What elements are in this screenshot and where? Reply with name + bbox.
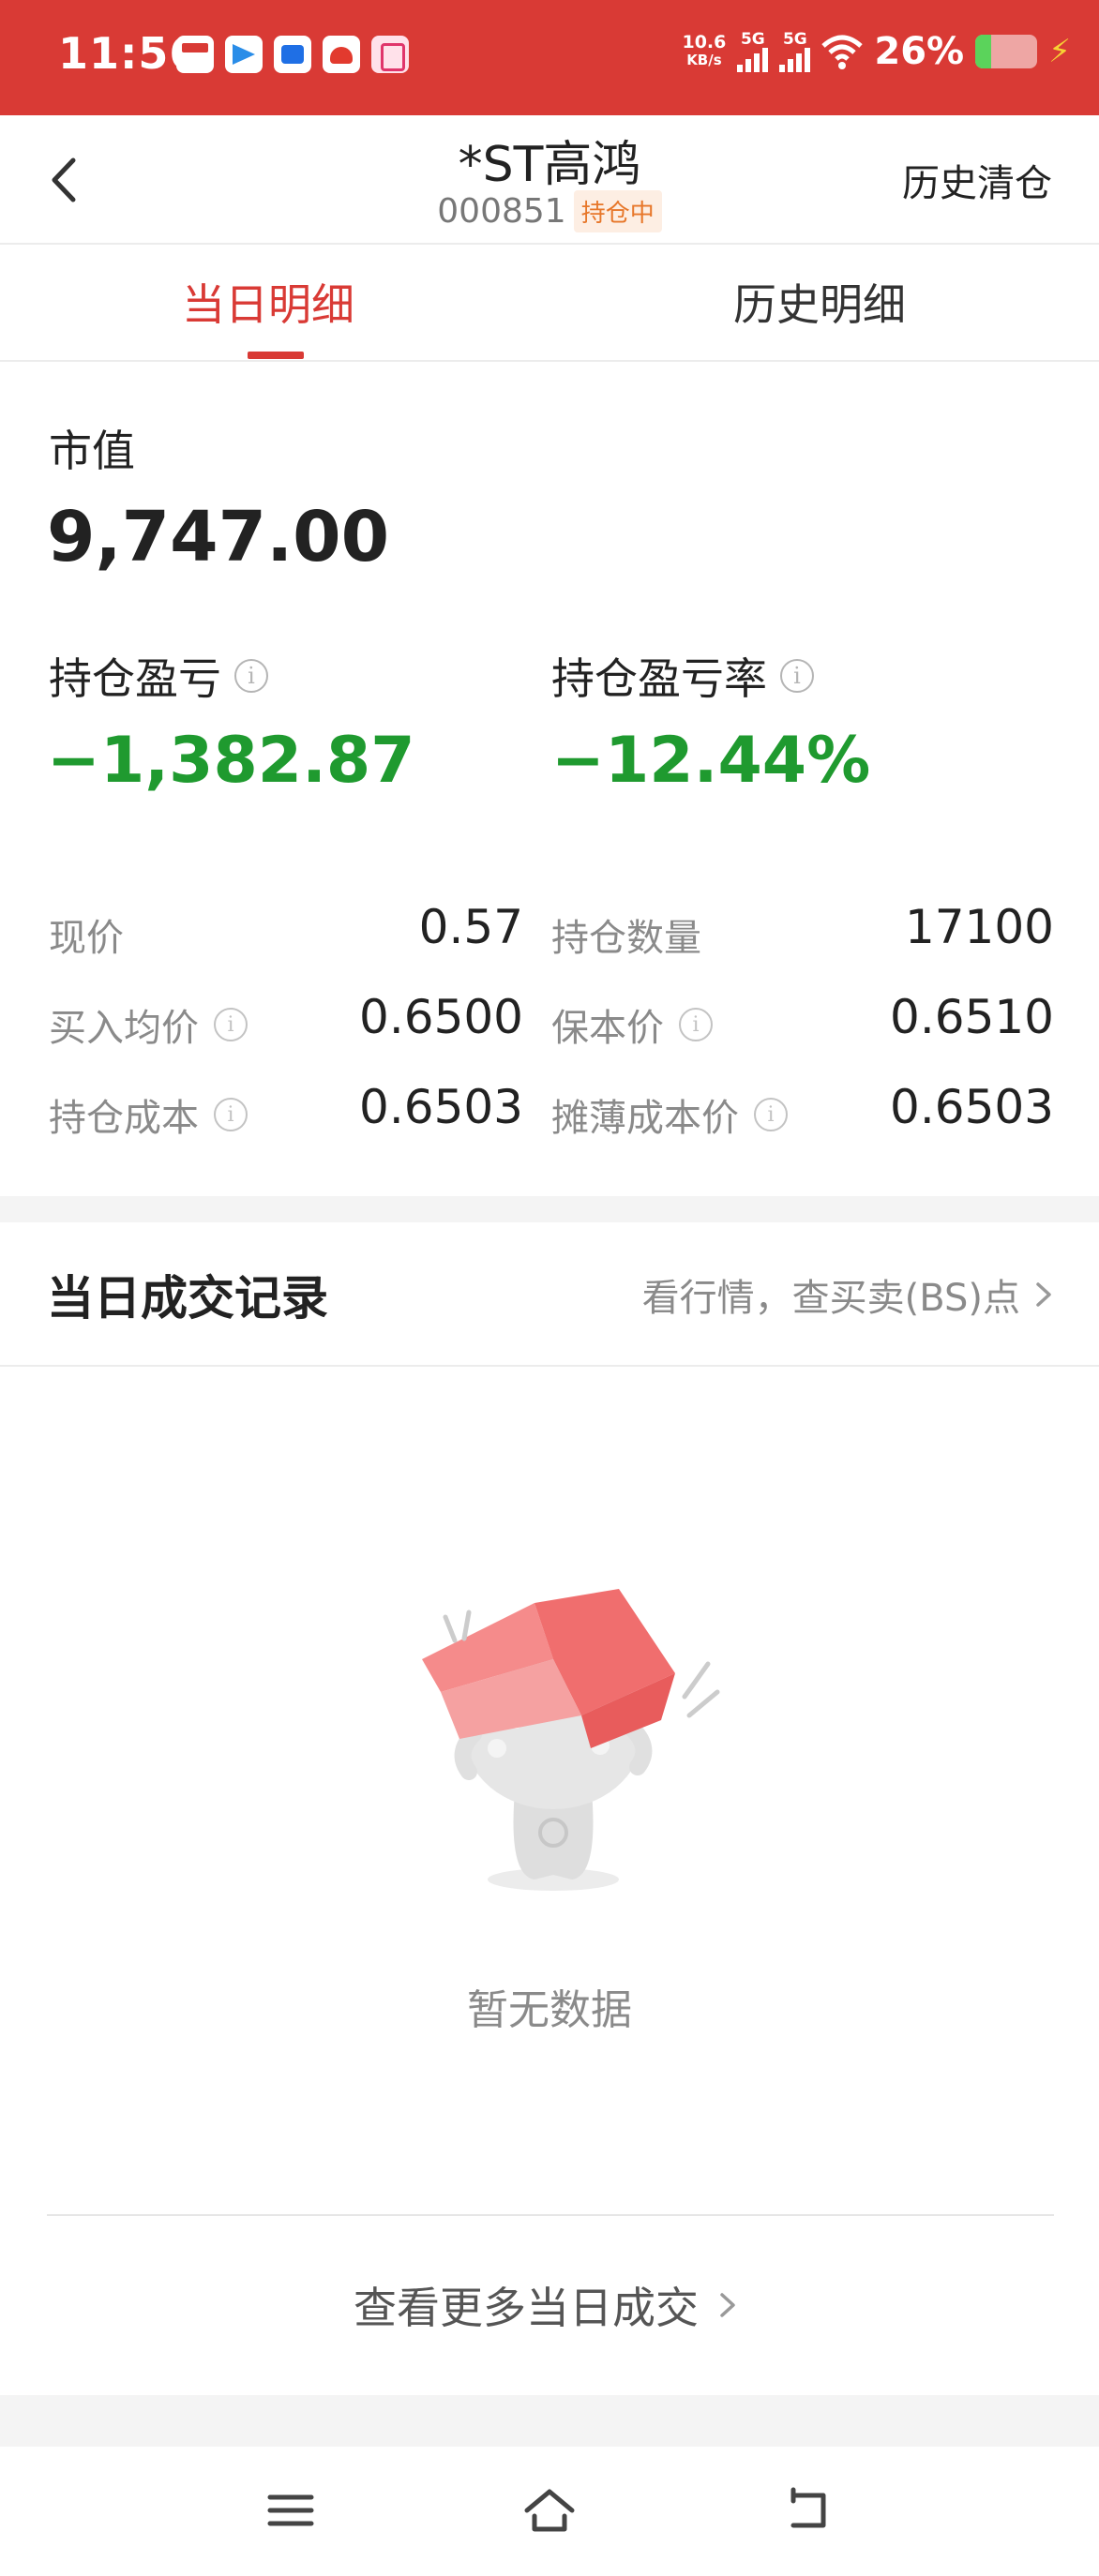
battery-icon (975, 35, 1038, 68)
active-tab-indicator (248, 352, 304, 359)
position-pl-rate-value: −12.44% (551, 724, 871, 798)
holding-status-badge: 持仓中 (573, 190, 662, 232)
tab-history-detail[interactable]: 历史明细 (733, 271, 906, 333)
taobao-notification-icon (371, 36, 409, 73)
diluted-cost-label-text: 摊薄成本价 (551, 1097, 739, 1140)
holding-cost-label-text: 持仓成本 (49, 1097, 199, 1140)
avg-buy-price-value: 0.6500 (359, 990, 523, 1044)
wifi-icon (821, 33, 864, 70)
chevron-right-icon (1036, 1282, 1051, 1307)
menu-icon[interactable] (263, 2482, 319, 2539)
info-icon[interactable]: i (214, 1008, 248, 1041)
chevron-right-icon (720, 2293, 735, 2317)
app-notification-icon (176, 36, 214, 73)
view-more-trades-link-text: 查看更多当日成交 (354, 2283, 699, 2333)
home-icon[interactable] (521, 2482, 578, 2539)
history-clearance-button[interactable]: 历史清仓 (902, 153, 1052, 207)
app-notification-icon (274, 36, 311, 73)
market-value-label: 市值 (49, 426, 135, 476)
info-icon[interactable]: i (780, 659, 814, 693)
status-indicators: 10.6 KB/s 5G 5G 26% ⚡ (682, 30, 1071, 73)
back-nav-icon[interactable] (780, 2482, 836, 2539)
info-icon[interactable]: i (679, 1008, 713, 1041)
holding-qty-label: 持仓数量 (551, 907, 701, 962)
current-price-value: 0.57 (418, 900, 523, 954)
position-pl-label-text: 持仓盈亏 (49, 653, 221, 704)
view-market-bs-link-text: 看行情，查买卖(BS)点 (641, 1277, 1020, 1320)
today-trades-title: 当日成交记录 (47, 1271, 328, 1325)
break-even-price-label: 保本价 i (551, 997, 713, 1052)
signal-bars-icon (779, 48, 811, 72)
divider (0, 1365, 1099, 1367)
position-pl-label: 持仓盈亏 i (49, 645, 268, 707)
sim2-signal: 5G (779, 30, 811, 72)
current-price-label: 现价 (49, 907, 124, 962)
view-more-trades-link[interactable]: 查看更多当日成交 (0, 2274, 1099, 2336)
holding-cost-label: 持仓成本 i (49, 1087, 248, 1142)
avg-buy-price-label-text: 买入均价 (49, 1007, 199, 1050)
status-bar: 11:56 10.6 KB/s 5G 5G 26% ⚡ (0, 0, 1099, 115)
signal-bars-icon (737, 48, 769, 72)
break-even-price-value: 0.6510 (890, 990, 1054, 1044)
break-even-price-label-text: 保本价 (551, 1007, 664, 1050)
divider (47, 2214, 1054, 2216)
sim1-signal: 5G (737, 30, 769, 72)
bottom-band (0, 2395, 1099, 2447)
position-pl-rate-label-text: 持仓盈亏率 (551, 653, 767, 704)
empty-state-text: 暂无数据 (467, 1986, 632, 2034)
holding-qty-value: 17100 (904, 900, 1054, 954)
net-speed-value: 10.6 (682, 32, 727, 52)
market-value: 9,747.00 (47, 497, 390, 577)
stock-code: 000851 (437, 192, 566, 231)
info-icon[interactable]: i (214, 1098, 248, 1131)
net-speed: 10.6 KB/s (682, 34, 726, 69)
sim1-label: 5G (740, 30, 765, 49)
diluted-cost-value: 0.6503 (890, 1080, 1054, 1134)
info-icon[interactable]: i (754, 1098, 788, 1131)
page-header: *ST高鸿 000851 持仓中 历史清仓 (0, 115, 1099, 245)
sim2-label: 5G (782, 30, 807, 49)
empty-box-illustration (422, 1589, 720, 1891)
avg-buy-price-label: 买入均价 i (49, 997, 248, 1052)
diluted-cost-label: 摊薄成本价 i (551, 1087, 788, 1142)
section-separator (0, 1196, 1099, 1222)
notification-icons (176, 36, 409, 73)
holding-cost-value: 0.6503 (359, 1080, 523, 1134)
view-market-bs-link[interactable]: 看行情，查买卖(BS)点 (642, 1267, 1061, 1322)
holding-qty-label-text: 持仓数量 (551, 917, 701, 960)
net-speed-unit: KB/s (686, 52, 722, 68)
battery-percent: 26% (874, 30, 965, 73)
telegram-notification-icon (225, 36, 263, 73)
charging-bolt-icon: ⚡ (1048, 33, 1071, 70)
current-price-label-text: 现价 (49, 917, 124, 960)
position-pl-value: −1,382.87 (47, 724, 415, 798)
info-icon[interactable]: i (234, 659, 268, 693)
app-notification-icon (323, 36, 360, 73)
detail-tabs: 当日明细 历史明细 (0, 245, 1099, 362)
position-pl-rate-label: 持仓盈亏率 i (551, 645, 814, 707)
tab-today-detail[interactable]: 当日明细 (182, 271, 354, 333)
system-nav-bar (0, 2447, 1099, 2576)
